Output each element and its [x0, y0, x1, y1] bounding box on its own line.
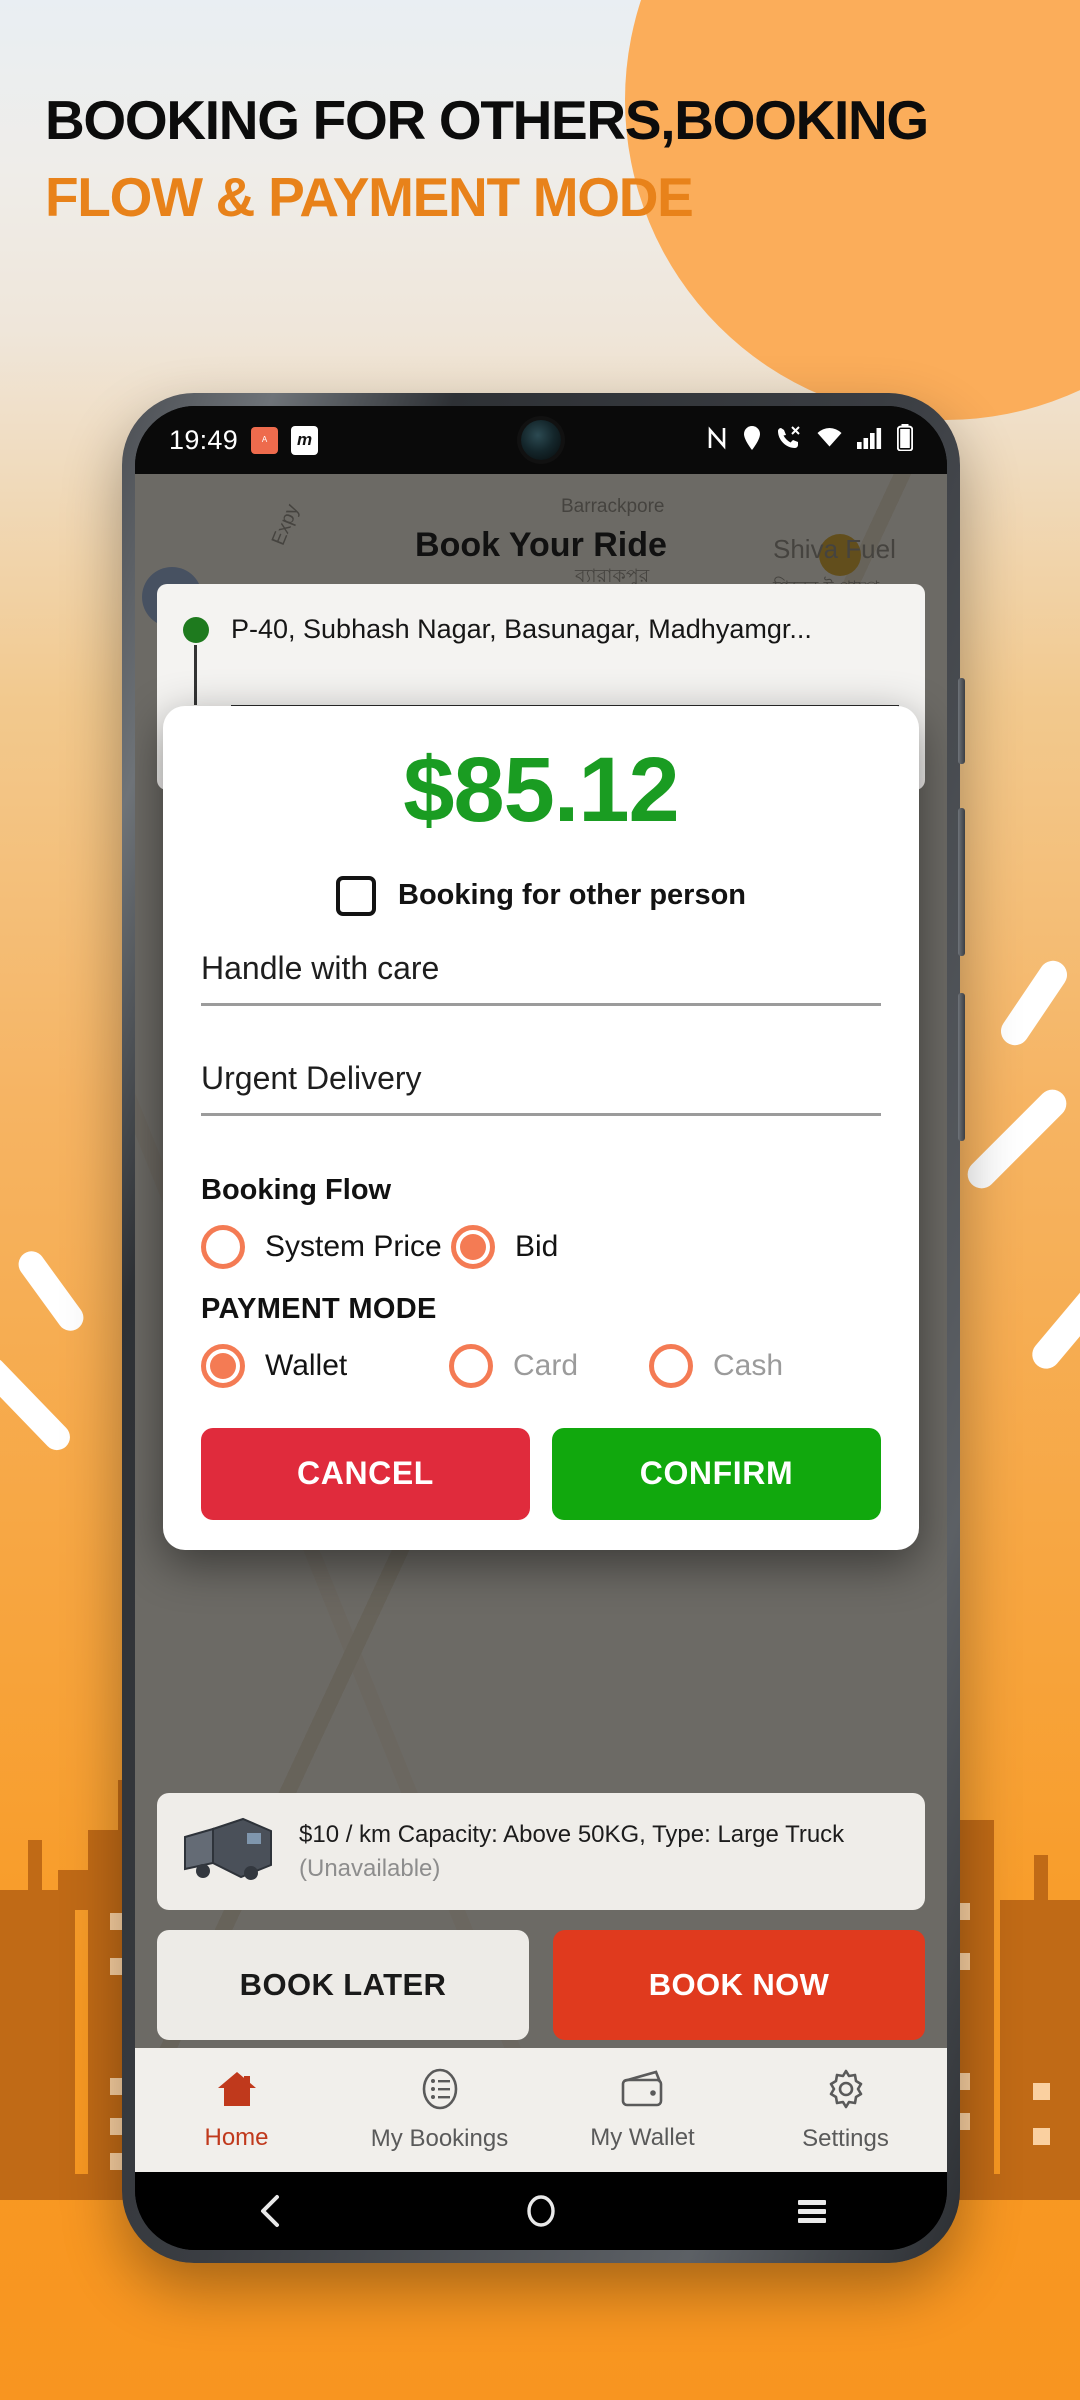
- radio-bid[interactable]: Bid: [451, 1224, 559, 1269]
- book-later-button[interactable]: BOOK LATER: [157, 1930, 529, 2040]
- decorative-dash: [1026, 1273, 1080, 1375]
- android-back-button[interactable]: [135, 2191, 406, 2231]
- wallet-icon: [620, 2069, 666, 2114]
- vehicle-card[interactable]: $10 / km Capacity: Above 50KG, Type: Lar…: [157, 1793, 925, 1910]
- android-navigation-bar: [135, 2172, 947, 2250]
- decorative-dash: [13, 1246, 89, 1336]
- promo-headline: BOOKING FOR OTHERS,BOOKING FLOW & PAYMEN…: [45, 89, 1005, 229]
- nav-label-my-bookings: My Bookings: [370, 2124, 509, 2152]
- home-circle-icon: [527, 2195, 555, 2227]
- price-amount: $85.12: [403, 739, 679, 841]
- payment-mode-heading: PAYMENT MODE: [201, 1292, 437, 1325]
- status-bar: 19:49 A m: [135, 406, 947, 474]
- pickup-address: P-40, Subhash Nagar, Basunagar, Madhyamg…: [231, 614, 812, 644]
- radio-card-label: Card: [513, 1348, 579, 1382]
- android-home-button[interactable]: [406, 2191, 677, 2231]
- vehicle-rate: $10 / km Capacity: Above 50KG, Type: Lar…: [299, 1820, 845, 1848]
- android-recents-button[interactable]: [676, 2194, 947, 2228]
- large-truck-icon: [181, 1815, 277, 1888]
- pickup-dot-icon: [183, 616, 209, 643]
- radio-bid-label: Bid: [515, 1229, 559, 1263]
- radio-system-price-label: System Price: [265, 1229, 442, 1263]
- radio-bid-control[interactable]: [451, 1224, 495, 1269]
- signal-bars-icon: [857, 427, 883, 454]
- nav-label-settings: Settings: [802, 2124, 889, 2152]
- payment-mode-options: Wallet Card Cash: [201, 1343, 881, 1388]
- radio-card-control[interactable]: [449, 1343, 493, 1388]
- nfc-icon: [706, 425, 728, 456]
- decorative-dash: [0, 1352, 76, 1456]
- radio-wallet-label: Wallet: [265, 1348, 348, 1382]
- status-clock: 19:49: [169, 424, 239, 455]
- radio-cash-control[interactable]: [649, 1343, 693, 1388]
- list-icon: [419, 2068, 461, 2115]
- front-camera: [521, 420, 561, 460]
- headline-line-2: FLOW & PAYMENT MODE: [45, 166, 694, 229]
- delivery-note-value: Urgent Delivery: [201, 1059, 422, 1096]
- booking-flow-heading: Booking Flow: [201, 1173, 392, 1206]
- nav-item-my-bookings[interactable]: My Bookings: [338, 2048, 541, 2172]
- call-mute-icon: [776, 425, 802, 456]
- other-person-row[interactable]: Booking for other person: [201, 875, 881, 916]
- phone-screen: 19:49 A m Book Your Ride P-40, Subhash N…: [135, 406, 947, 2250]
- radio-system-price[interactable]: System Price: [201, 1224, 451, 1269]
- nav-label-my-wallet: My Wallet: [590, 2123, 695, 2151]
- booking-flow-options: System Price Bid: [201, 1224, 881, 1269]
- nav-item-home[interactable]: Home: [135, 2048, 338, 2172]
- decorative-dash: [961, 1083, 1073, 1195]
- booking-actions: BOOK LATER BOOK NOW: [157, 1930, 925, 2040]
- other-person-checkbox[interactable]: [336, 875, 376, 916]
- phone-volume-up-button: [958, 808, 965, 956]
- instructions-field[interactable]: Handle with care: [201, 950, 881, 1006]
- phone-side-button: [958, 678, 965, 764]
- delivery-note-field[interactable]: Urgent Delivery: [201, 1060, 881, 1116]
- phone-mockup: 19:49 A m Book Your Ride P-40, Subhash N…: [122, 393, 965, 2263]
- home-icon: [215, 2069, 259, 2114]
- field-underline: [201, 1112, 881, 1116]
- decorative-dash: [995, 955, 1073, 1051]
- recents-menu-icon: [797, 2200, 826, 2223]
- radio-cash[interactable]: Cash: [649, 1343, 784, 1388]
- nav-label-home: Home: [204, 2123, 269, 2151]
- page-title: Book Your Ride: [415, 526, 667, 564]
- nav-item-settings[interactable]: Settings: [744, 2048, 947, 2172]
- status-icons: [706, 424, 914, 456]
- bottom-navigation: Home My Bookings My Wallet Settings: [135, 2048, 947, 2172]
- dialog-actions: CANCEL CONFIRM: [201, 1427, 881, 1520]
- radio-wallet-control[interactable]: [201, 1343, 245, 1388]
- notification-icon-1: A: [251, 426, 279, 454]
- radio-card[interactable]: Card: [449, 1343, 649, 1388]
- pickup-row[interactable]: P-40, Subhash Nagar, Basunagar, Madhyamg…: [183, 614, 899, 645]
- instructions-value: Handle with care: [201, 949, 440, 986]
- field-underline: [201, 1002, 881, 1006]
- confirm-button[interactable]: CONFIRM: [552, 1427, 881, 1520]
- app-screen: Expy Barrackpore ব্যারাকপুর Shiva Fuel শ…: [135, 474, 947, 2172]
- radio-cash-label: Cash: [713, 1348, 784, 1382]
- notification-icon-2: m: [291, 425, 319, 455]
- radio-wallet[interactable]: Wallet: [201, 1343, 449, 1388]
- back-chevron-icon: [261, 2195, 280, 2227]
- cancel-button[interactable]: CANCEL: [201, 1427, 530, 1520]
- wifi-icon: [816, 427, 843, 454]
- headline-line-1: BOOKING FOR OTHERS,BOOKING: [45, 89, 929, 151]
- nav-item-my-wallet[interactable]: My Wallet: [541, 2048, 744, 2172]
- phone-volume-down-button: [958, 993, 965, 1141]
- radio-system-price-control[interactable]: [201, 1224, 245, 1269]
- gear-icon: [825, 2068, 867, 2115]
- book-now-button[interactable]: BOOK NOW: [553, 1930, 925, 2040]
- battery-icon: [896, 424, 914, 456]
- vehicle-availability: (Unavailable): [299, 1854, 441, 1882]
- location-pin-icon: [742, 425, 762, 456]
- booking-confirm-dialog: $85.12 Booking for other person Handle w…: [163, 706, 919, 1550]
- route-connector: [194, 645, 197, 705]
- other-person-label: Booking for other person: [398, 879, 746, 912]
